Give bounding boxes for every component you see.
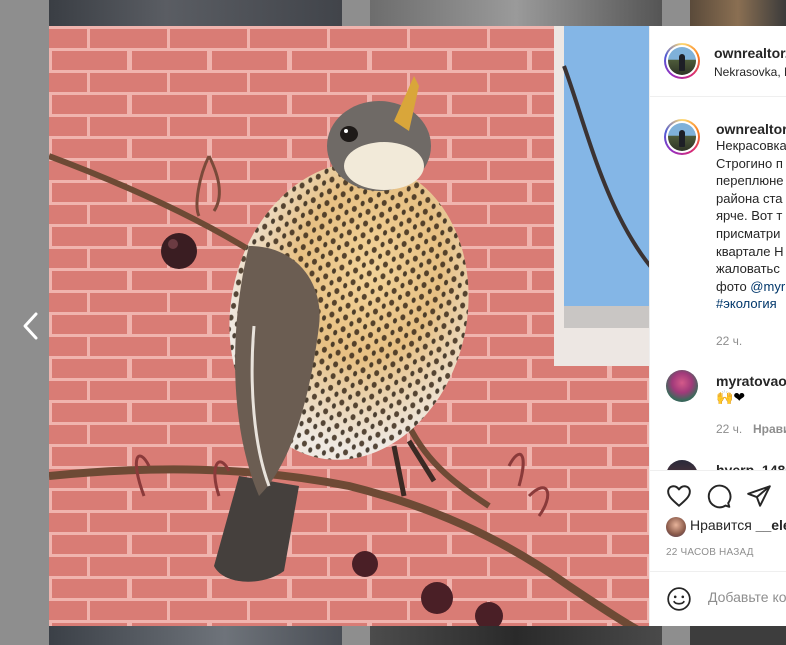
caption-line: Некрасовка <box>716 138 786 153</box>
commenter-avatar[interactable] <box>666 460 698 470</box>
add-comment-bar <box>650 571 786 626</box>
caption-line: жаловатьс <box>716 261 780 277</box>
liker-avatar[interactable] <box>666 517 686 537</box>
caption-author-avatar[interactable] <box>664 119 700 155</box>
feed-thumbnail[interactable] <box>370 626 662 645</box>
commenter-username[interactable]: hyerp_1486 <box>716 462 786 470</box>
emoji-smile-icon[interactable] <box>666 586 692 612</box>
caption-line: квартале Н <box>716 243 784 259</box>
bird-photo-image <box>49 26 649 626</box>
caption-line: переплюне <box>716 173 784 189</box>
like-button[interactable] <box>666 483 692 509</box>
avatar-photo <box>668 123 696 151</box>
post-header: ownrealtor. Nekrasovka, M <box>650 26 786 97</box>
comment-like-count[interactable]: Нрави <box>753 422 786 436</box>
author-username[interactable]: ownrealtor. <box>714 45 786 61</box>
caption-line: ярче. Вот т <box>716 208 783 224</box>
feed-thumbnail[interactable] <box>690 626 786 645</box>
post-modal: ownrealtor. Nekrasovka, M ownrealtor. Не… <box>49 26 786 626</box>
chevron-left-icon <box>23 312 38 340</box>
caption-text: Некрасовка Строгино п переплюне района с… <box>716 137 786 313</box>
previous-post-button[interactable] <box>16 308 46 344</box>
post-photo[interactable] <box>49 26 649 626</box>
post-sidebar: ownrealtor. Nekrasovka, M ownrealtor. Не… <box>649 26 786 626</box>
caption-line: #экология <box>716 295 786 313</box>
caption-time[interactable]: 22 ч. <box>716 334 742 348</box>
post-location[interactable]: Nekrasovka, M <box>714 65 786 79</box>
commenter-username[interactable]: myratovaol <box>716 373 786 389</box>
mention-link[interactable]: @myr <box>750 279 785 294</box>
feed-thumbnail[interactable] <box>370 0 662 26</box>
post-time-ago[interactable]: 22 ЧАСОВ НАЗАД <box>666 547 754 558</box>
feed-thumbnail[interactable] <box>690 0 786 26</box>
share-button[interactable] <box>746 483 772 509</box>
likes-summary[interactable]: Нравится __ele <box>690 517 786 533</box>
caption-line: района ста <box>716 190 783 206</box>
comment-text: 🙌❤ <box>716 389 746 405</box>
liker-username[interactable]: __ele <box>756 517 786 533</box>
author-avatar[interactable] <box>664 43 700 79</box>
caption-line: присматри <box>716 225 781 241</box>
caption-photo-prefix: фото <box>716 278 751 294</box>
likes-prefix: Нравится <box>690 517 756 533</box>
caption-username[interactable]: ownrealtor. <box>716 121 786 137</box>
feed-thumbnail[interactable] <box>49 0 342 26</box>
feed-thumbnail[interactable] <box>49 626 342 645</box>
avatar-photo <box>668 47 696 75</box>
commenter-avatar[interactable] <box>666 370 698 402</box>
hashtag-link[interactable]: #экология <box>716 296 777 311</box>
caption-line: Строгино п <box>716 155 783 171</box>
comment-button[interactable] <box>706 483 732 509</box>
comment-row-clipped: hyerp_1486 <box>650 456 786 470</box>
comment-time[interactable]: 22 ч. <box>716 422 742 436</box>
comment-input[interactable] <box>706 588 786 606</box>
caption-line: фото @myr <box>716 278 786 296</box>
